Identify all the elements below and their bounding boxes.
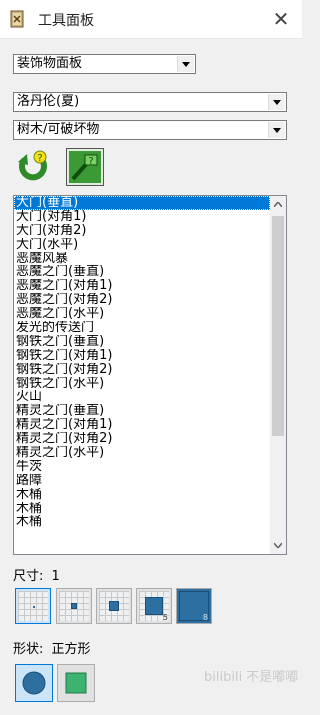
svg-text:?: ? (37, 153, 42, 164)
refresh-button[interactable]: ? (14, 148, 52, 186)
list-item[interactable]: 大门(对角1) (14, 210, 270, 224)
green-map-icon: ? (69, 151, 101, 183)
scrollbar-thumb[interactable] (272, 216, 284, 436)
list-item[interactable]: 大门(对角2) (14, 224, 270, 238)
panel-select[interactable]: 装饰物面板 (13, 54, 196, 74)
list-item[interactable]: 恶魔之门(垂直) (14, 265, 270, 279)
list-item[interactable]: 恶魔之门(对角2) (14, 293, 270, 307)
size-label-text: 尺寸: (13, 569, 44, 584)
close-icon[interactable]: ✕ (268, 6, 294, 32)
green-refresh-arrow-icon: ? (18, 150, 47, 181)
size-label: 尺寸: 1 (13, 565, 60, 584)
watermark: bilibili 不是嘟嘟 (204, 670, 299, 685)
chevron-down-icon[interactable] (177, 56, 194, 72)
brush-square-icon (71, 603, 77, 609)
list-item[interactable]: 恶魔风暴 (14, 252, 270, 266)
shape-circle-button[interactable] (15, 664, 53, 702)
list-item[interactable]: 木桶 (14, 515, 270, 529)
shape-label: 形状: 正方形 (13, 638, 91, 657)
size-1-button[interactable] (15, 588, 51, 624)
map-button[interactable]: ? (66, 148, 104, 186)
map-select-value: 洛丹伦(夏) (17, 94, 80, 109)
list-item[interactable]: 钢铁之门(对角2) (14, 363, 270, 377)
list-item[interactable]: 钢铁之门(垂直) (14, 335, 270, 349)
list-item[interactable]: 发光的传送门 (14, 321, 270, 335)
size-5-number: 5 (162, 613, 168, 622)
shape-label-text: 形状: (13, 642, 44, 657)
list-item[interactable]: 精灵之门(水平) (14, 446, 270, 460)
doodad-list-items: 大门(垂直) 大门(对角1) 大门(对角2) 大门(水平) 恶魔风暴 恶魔之门(垂直) 恶魔… (14, 196, 270, 529)
list-item[interactable]: 精灵之门(对角2) (14, 432, 270, 446)
doodad-list[interactable]: 大门(垂直) 大门(对角1) 大门(对角2) 大门(水平) 恶魔风暴 恶魔之门(垂直) 恶魔… (13, 195, 287, 555)
vertical-scrollbar[interactable] (270, 196, 286, 554)
list-item[interactable]: 恶魔之门(对角1) (14, 279, 270, 293)
chevron-down-icon[interactable] (268, 94, 285, 110)
circle-shape-icon (22, 671, 46, 695)
square-shape-icon (65, 672, 87, 694)
title-bar: 工具面板 ✕ (0, 0, 302, 39)
category-select-value: 树木/可破坏物 (17, 122, 100, 137)
list-item[interactable]: 钢铁之门(水平) (14, 377, 270, 391)
scroll-up-icon[interactable] (270, 196, 286, 213)
list-item[interactable]: 路障 (14, 474, 270, 488)
list-item[interactable]: 大门(垂直) (14, 196, 270, 210)
window-title: 工具面板 (38, 13, 94, 29)
svg-text:?: ? (88, 156, 93, 167)
list-item[interactable]: 火山 (14, 390, 270, 404)
size-value: 1 (51, 569, 60, 584)
brush-dot-icon (33, 606, 35, 608)
size-5-button[interactable]: 5 (136, 588, 172, 624)
brush-square-icon (109, 601, 119, 611)
scroll-icon (10, 10, 24, 28)
list-item[interactable]: 精灵之门(对角1) (14, 418, 270, 432)
size-3-button[interactable] (96, 588, 132, 624)
list-item[interactable]: 木桶 (14, 488, 270, 502)
list-item[interactable]: 精灵之门(垂直) (14, 404, 270, 418)
size-8-button[interactable]: 8 (176, 588, 212, 624)
size-2-button[interactable] (56, 588, 92, 624)
list-item[interactable]: 钢铁之门(对角1) (14, 349, 270, 363)
map-select[interactable]: 洛丹伦(夏) (13, 92, 287, 112)
scroll-down-icon[interactable] (270, 537, 286, 554)
list-item[interactable]: 牛茨 (14, 460, 270, 474)
list-item[interactable]: 恶魔之门(水平) (14, 307, 270, 321)
brush-square-icon (145, 597, 163, 615)
list-item[interactable]: 大门(水平) (14, 238, 270, 252)
chevron-down-icon[interactable] (268, 122, 285, 138)
size-8-number: 8 (202, 613, 208, 622)
shape-value: 正方形 (51, 642, 91, 657)
shape-square-button[interactable] (57, 664, 95, 702)
category-select[interactable]: 树木/可破坏物 (13, 120, 287, 140)
list-item[interactable]: 木桶 (14, 502, 270, 516)
panel-select-value: 装饰物面板 (17, 56, 83, 71)
